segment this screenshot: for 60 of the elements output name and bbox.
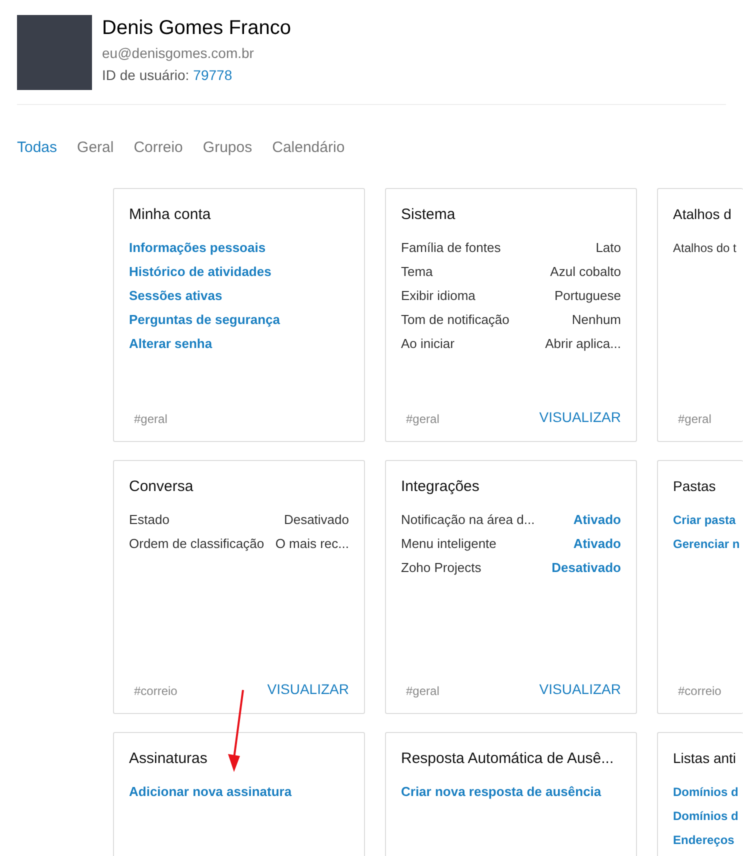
card-text: Atalhos do t	[673, 240, 738, 256]
tag-label: #geral	[133, 410, 168, 428]
user-id-label: ID de usuário:	[102, 66, 190, 85]
card-title: Listas anti	[673, 748, 738, 768]
tag-label: #geral	[405, 682, 440, 700]
card-title: Integrações	[401, 476, 480, 496]
setting-label: Família de fontes	[401, 238, 501, 257]
filter-tab[interactable]: Grupos	[202, 137, 252, 160]
settings-link[interactable]: Sessões ativas	[129, 284, 349, 308]
user-name: Denis Gomes Franco	[102, 16, 291, 41]
view-link[interactable]: VISUALIZAR	[267, 678, 349, 700]
settings-link[interactable]: Adicionar nova assinatura	[129, 780, 349, 804]
setting-value: O mais rec...	[275, 534, 349, 553]
view-link[interactable]: VISUALIZAR	[539, 406, 621, 428]
setting-label: Tema	[401, 262, 433, 281]
setting-value: Portuguese	[554, 286, 621, 305]
filter-tab[interactable]: Geral	[77, 137, 114, 160]
settings-link[interactable]: Criar pasta	[673, 508, 743, 532]
tag-label: #correio	[677, 682, 722, 700]
setting-label: Ao iniciar	[401, 334, 454, 353]
settings-link[interactable]: Domínios d	[673, 780, 743, 804]
setting-value: Lato	[596, 238, 621, 257]
settings-link[interactable]: Domínios d	[673, 804, 743, 828]
card-title: Resposta Automática de Ausê...	[401, 748, 615, 768]
view-link[interactable]: VISUALIZAR	[539, 678, 621, 700]
user-email: eu@denisgomes.com.br	[102, 44, 255, 63]
filter-tab[interactable]: Correio	[134, 137, 183, 160]
tag-label: #geral	[405, 410, 440, 428]
setting-value: Azul cobalto	[550, 262, 621, 281]
setting-value: Desativado	[284, 510, 349, 529]
setting-label: Tom de notificação	[401, 310, 510, 329]
card-title: Atalhos d	[673, 204, 732, 224]
settings-link[interactable]: Alterar senha	[129, 332, 349, 356]
card-title: Sistema	[401, 204, 456, 224]
settings-link[interactable]: Histórico de atividades	[129, 260, 349, 284]
card-title: Pastas	[673, 476, 717, 496]
setting-value[interactable]: Ativado	[573, 510, 621, 530]
setting-label: Estado	[129, 510, 170, 529]
user-id: 79778	[193, 66, 232, 85]
setting-label: Exibir idioma	[401, 286, 476, 305]
filter-tab[interactable]: Calendário	[272, 137, 345, 160]
setting-value: Nenhum	[572, 310, 621, 329]
settings-link[interactable]: Gerenciar n	[673, 532, 743, 556]
settings-link[interactable]: Criar nova resposta de ausência	[401, 780, 621, 804]
filter-tab[interactable]: Todas	[17, 137, 58, 160]
setting-label: Notificação na área d...	[401, 510, 535, 529]
setting-label: Zoho Projects	[401, 558, 482, 577]
card-title: Assinaturas	[129, 748, 208, 768]
setting-value[interactable]: Ativado	[573, 534, 621, 554]
card-title: Minha conta	[129, 204, 212, 224]
setting-value[interactable]: Desativado	[552, 558, 621, 578]
settings-link[interactable]: Endereços	[673, 828, 743, 852]
setting-label: Ordem de classificação	[129, 534, 264, 553]
tag-label: #correio	[133, 682, 178, 700]
settings-link[interactable]: Informações pessoais	[129, 236, 349, 260]
tag-label: #geral	[677, 410, 712, 428]
setting-value: Abrir aplica...	[545, 334, 621, 353]
settings-link[interactable]: Perguntas de segurança	[129, 308, 349, 332]
setting-label: Menu inteligente	[401, 534, 496, 553]
card-title: Conversa	[129, 476, 194, 496]
